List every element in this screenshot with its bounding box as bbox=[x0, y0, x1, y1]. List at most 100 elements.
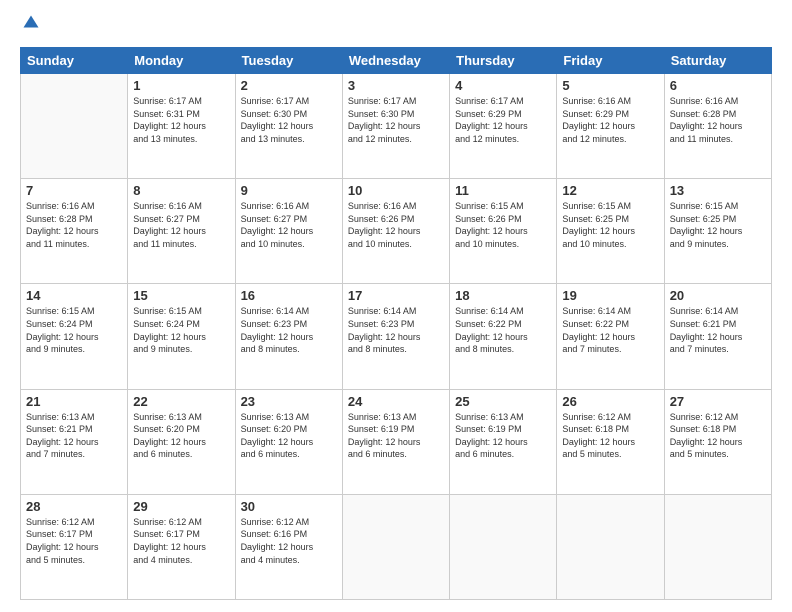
calendar-cell: 2 Sunrise: 6:17 AM Sunset: 6:30 PM Daylig… bbox=[235, 74, 342, 179]
day-number: 4 bbox=[455, 78, 551, 93]
calendar-cell: 24 Sunrise: 6:13 AM Sunset: 6:19 PM Dayli… bbox=[342, 389, 449, 494]
calendar-cell: 28Sunrise: 6:12 AM Sunset: 6:17 PM Dayli… bbox=[21, 494, 128, 599]
day-number: 13 bbox=[670, 183, 766, 198]
day-number: 9 bbox=[241, 183, 337, 198]
day-info: Sunrise: 6:14 AM Sunset: 6:21 PM Dayligh… bbox=[670, 305, 766, 355]
calendar-cell: 12 Sunrise: 6:15 AM Sunset: 6:25 PM Dayli… bbox=[557, 179, 664, 284]
day-number: 20 bbox=[670, 288, 766, 303]
day-info: Sunrise: 6:17 AM Sunset: 6:30 PM Dayligh… bbox=[241, 95, 337, 145]
day-number: 5 bbox=[562, 78, 658, 93]
day-info: Sunrise: 6:17 AM Sunset: 6:31 PM Dayligh… bbox=[133, 95, 229, 145]
day-header-wednesday: Wednesday bbox=[342, 48, 449, 74]
day-number: 7 bbox=[26, 183, 122, 198]
calendar-cell bbox=[557, 494, 664, 599]
calendar-cell: 3Sunrise: 6:17 AM Sunset: 6:30 PM Daylig… bbox=[342, 74, 449, 179]
day-info: Sunrise: 6:15 AM Sunset: 6:25 PM Dayligh… bbox=[670, 200, 766, 250]
calendar-cell: 7 Sunrise: 6:16 AM Sunset: 6:28 PM Daylig… bbox=[21, 179, 128, 284]
day-number: 14 bbox=[26, 288, 122, 303]
week-row-1: 7 Sunrise: 6:16 AM Sunset: 6:28 PM Daylig… bbox=[21, 179, 772, 284]
calendar-cell: 16 Sunrise: 6:14 AM Sunset: 6:23 PM Dayli… bbox=[235, 284, 342, 389]
calendar-cell: 25 Sunrise: 6:13 AM Sunset: 6:19 PM Dayli… bbox=[450, 389, 557, 494]
calendar-cell: 17Sunrise: 6:14 AM Sunset: 6:23 PM Dayli… bbox=[342, 284, 449, 389]
day-info: Sunrise: 6:16 AM Sunset: 6:28 PM Dayligh… bbox=[670, 95, 766, 145]
calendar-cell: 21 Sunrise: 6:13 AM Sunset: 6:21 PM Dayli… bbox=[21, 389, 128, 494]
day-info: Sunrise: 6:15 AM Sunset: 6:24 PM Dayligh… bbox=[26, 305, 122, 355]
day-number: 8 bbox=[133, 183, 229, 198]
calendar-body: 1Sunrise: 6:17 AM Sunset: 6:31 PM Daylig… bbox=[21, 74, 772, 600]
calendar-cell: 18 Sunrise: 6:14 AM Sunset: 6:22 PM Dayli… bbox=[450, 284, 557, 389]
day-info: Sunrise: 6:13 AM Sunset: 6:19 PM Dayligh… bbox=[348, 411, 444, 461]
day-number: 16 bbox=[241, 288, 337, 303]
day-info: Sunrise: 6:14 AM Sunset: 6:23 PM Dayligh… bbox=[241, 305, 337, 355]
day-number: 6 bbox=[670, 78, 766, 93]
day-info: Sunrise: 6:16 AM Sunset: 6:27 PM Dayligh… bbox=[133, 200, 229, 250]
calendar-cell: 6 Sunrise: 6:16 AM Sunset: 6:28 PM Daylig… bbox=[664, 74, 771, 179]
week-row-2: 14 Sunrise: 6:15 AM Sunset: 6:24 PM Dayli… bbox=[21, 284, 772, 389]
week-row-4: 28 Sunrise: 6:12 AM Sunset: 6:17 PM Dayli… bbox=[21, 494, 772, 599]
day-number: 27 bbox=[670, 394, 766, 409]
day-header-saturday: Saturday bbox=[664, 48, 771, 74]
day-number: 3 bbox=[348, 78, 444, 93]
calendar: SundayMondayTuesdayWednesdayThursdayFrid… bbox=[20, 47, 772, 600]
day-info: Sunrise: 6:14 AM Sunset: 6:22 PM Dayligh… bbox=[455, 305, 551, 355]
calendar-cell: 29 Sunrise: 6:12 AM Sunset: 6:17 PM Dayli… bbox=[128, 494, 235, 599]
day-number: 30 bbox=[241, 499, 337, 514]
day-header-monday: Monday bbox=[128, 48, 235, 74]
calendar-cell: 22 Sunrise: 6:13 AM Sunset: 6:20 PM Dayli… bbox=[128, 389, 235, 494]
calendar-cell: 20 Sunrise: 6:14 AM Sunset: 6:21 PM Dayli… bbox=[664, 284, 771, 389]
calendar-cell: 15 Sunrise: 6:15 AM Sunset: 6:24 PM Dayli… bbox=[128, 284, 235, 389]
day-info: Sunrise: 6:16 AM Sunset: 6:29 PM Dayligh… bbox=[562, 95, 658, 145]
page: SundayMondayTuesdayWednesdayThursdayFrid… bbox=[0, 0, 792, 612]
calendar-cell bbox=[450, 494, 557, 599]
calendar-cell: 5 Sunrise: 6:16 AM Sunset: 6:29 PM Daylig… bbox=[557, 74, 664, 179]
calendar-cell: 26 Sunrise: 6:12 AM Sunset: 6:18 PM Dayli… bbox=[557, 389, 664, 494]
calendar-cell: 13 Sunrise: 6:15 AM Sunset: 6:25 PM Dayli… bbox=[664, 179, 771, 284]
calendar-cell: 1Sunrise: 6:17 AM Sunset: 6:31 PM Daylig… bbox=[128, 74, 235, 179]
calendar-cell: 11 Sunrise: 6:15 AM Sunset: 6:26 PM Dayli… bbox=[450, 179, 557, 284]
day-info: Sunrise: 6:12 AM Sunset: 6:17 PM Dayligh… bbox=[133, 516, 229, 566]
week-row-0: 1Sunrise: 6:17 AM Sunset: 6:31 PM Daylig… bbox=[21, 74, 772, 179]
day-info: Sunrise: 6:12 AM Sunset: 6:18 PM Dayligh… bbox=[562, 411, 658, 461]
calendar-cell bbox=[664, 494, 771, 599]
day-info: Sunrise: 6:13 AM Sunset: 6:20 PM Dayligh… bbox=[133, 411, 229, 461]
day-info: Sunrise: 6:17 AM Sunset: 6:29 PM Dayligh… bbox=[455, 95, 551, 145]
calendar-cell: 23 Sunrise: 6:13 AM Sunset: 6:20 PM Dayli… bbox=[235, 389, 342, 494]
day-number: 22 bbox=[133, 394, 229, 409]
day-info: Sunrise: 6:13 AM Sunset: 6:19 PM Dayligh… bbox=[455, 411, 551, 461]
day-number: 2 bbox=[241, 78, 337, 93]
day-number: 15 bbox=[133, 288, 229, 303]
day-header-friday: Friday bbox=[557, 48, 664, 74]
day-info: Sunrise: 6:15 AM Sunset: 6:24 PM Dayligh… bbox=[133, 305, 229, 355]
day-number: 28 bbox=[26, 499, 122, 514]
day-info: Sunrise: 6:15 AM Sunset: 6:25 PM Dayligh… bbox=[562, 200, 658, 250]
calendar-header: SundayMondayTuesdayWednesdayThursdayFrid… bbox=[21, 48, 772, 74]
day-number: 29 bbox=[133, 499, 229, 514]
day-number: 23 bbox=[241, 394, 337, 409]
day-info: Sunrise: 6:13 AM Sunset: 6:21 PM Dayligh… bbox=[26, 411, 122, 461]
calendar-cell: 14 Sunrise: 6:15 AM Sunset: 6:24 PM Dayli… bbox=[21, 284, 128, 389]
day-info: Sunrise: 6:15 AM Sunset: 6:26 PM Dayligh… bbox=[455, 200, 551, 250]
general-blue-icon bbox=[22, 14, 40, 32]
day-number: 25 bbox=[455, 394, 551, 409]
day-number: 12 bbox=[562, 183, 658, 198]
calendar-cell: 9 Sunrise: 6:16 AM Sunset: 6:27 PM Daylig… bbox=[235, 179, 342, 284]
calendar-cell bbox=[21, 74, 128, 179]
header-row: SundayMondayTuesdayWednesdayThursdayFrid… bbox=[21, 48, 772, 74]
day-info: Sunrise: 6:16 AM Sunset: 6:26 PM Dayligh… bbox=[348, 200, 444, 250]
day-header-tuesday: Tuesday bbox=[235, 48, 342, 74]
day-number: 18 bbox=[455, 288, 551, 303]
calendar-cell: 19Sunrise: 6:14 AM Sunset: 6:22 PM Dayli… bbox=[557, 284, 664, 389]
day-number: 11 bbox=[455, 183, 551, 198]
calendar-cell: 27Sunrise: 6:12 AM Sunset: 6:18 PM Dayli… bbox=[664, 389, 771, 494]
day-header-sunday: Sunday bbox=[21, 48, 128, 74]
day-number: 21 bbox=[26, 394, 122, 409]
calendar-cell: 30Sunrise: 6:12 AM Sunset: 6:16 PM Dayli… bbox=[235, 494, 342, 599]
day-header-thursday: Thursday bbox=[450, 48, 557, 74]
day-number: 26 bbox=[562, 394, 658, 409]
day-info: Sunrise: 6:13 AM Sunset: 6:20 PM Dayligh… bbox=[241, 411, 337, 461]
day-info: Sunrise: 6:16 AM Sunset: 6:27 PM Dayligh… bbox=[241, 200, 337, 250]
day-info: Sunrise: 6:16 AM Sunset: 6:28 PM Dayligh… bbox=[26, 200, 122, 250]
day-number: 24 bbox=[348, 394, 444, 409]
week-row-3: 21 Sunrise: 6:13 AM Sunset: 6:21 PM Dayli… bbox=[21, 389, 772, 494]
day-number: 17 bbox=[348, 288, 444, 303]
